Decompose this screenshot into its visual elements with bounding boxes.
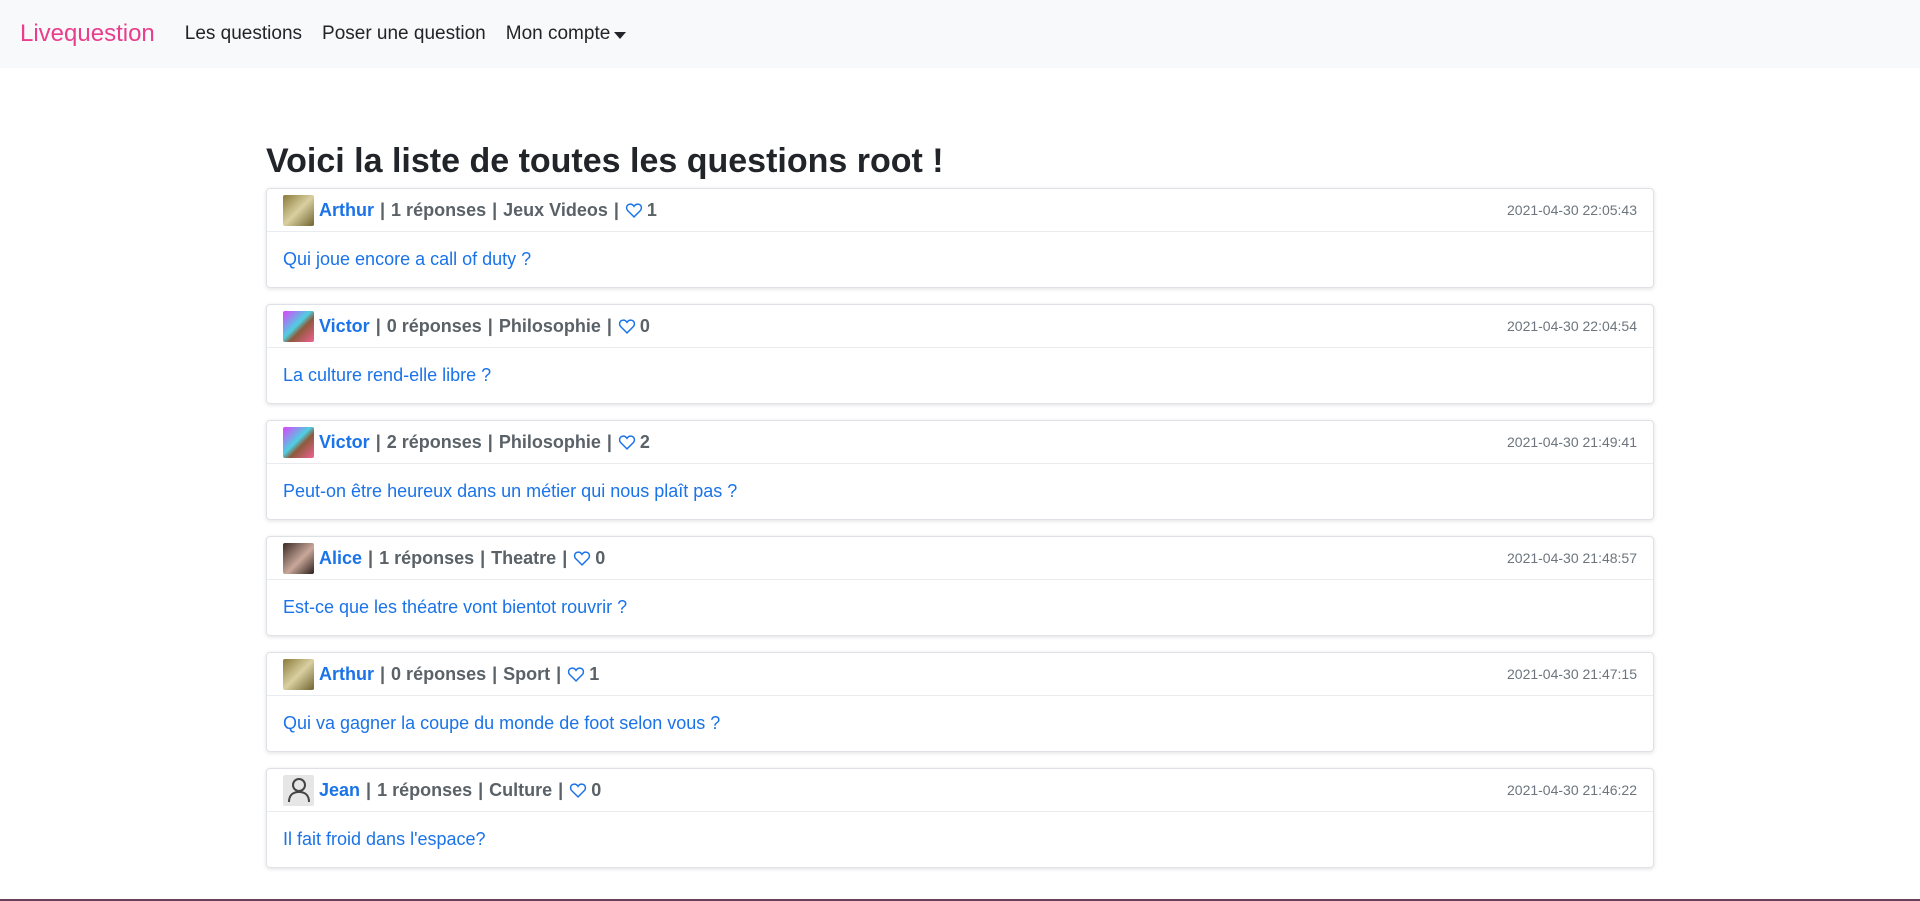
separator: | bbox=[380, 199, 386, 220]
separator: | bbox=[478, 779, 484, 800]
user-icon bbox=[287, 778, 310, 803]
heart-icon[interactable] bbox=[573, 550, 591, 566]
question-card-body: Est-ce que les théatre vont bientot rouv… bbox=[267, 580, 1653, 635]
likes-count: 2 bbox=[639, 431, 650, 452]
separator: | bbox=[487, 315, 493, 336]
avatar bbox=[283, 426, 314, 458]
avatar bbox=[283, 658, 314, 690]
separator: | bbox=[368, 547, 374, 568]
question-card: Victor | 0 réponses | Philosophie | 0 20… bbox=[266, 304, 1654, 404]
question-date: 2021-04-30 21:48:57 bbox=[1507, 550, 1637, 566]
question-card-header: Arthur | 1 réponses | Jeux Videos | 1 20… bbox=[267, 189, 1653, 232]
question-date: 2021-04-30 22:04:54 bbox=[1507, 318, 1637, 334]
avatar bbox=[283, 542, 314, 574]
question-card: Jean | 1 réponses | Culture | 0 2021-04-… bbox=[266, 768, 1654, 868]
author-link[interactable]: Victor bbox=[319, 316, 370, 337]
separator: | bbox=[613, 199, 619, 220]
separator: | bbox=[366, 779, 372, 800]
question-card-body: Peut-on être heureux dans un métier qui … bbox=[267, 464, 1653, 519]
heart-icon[interactable] bbox=[567, 666, 585, 682]
question-card-body: Qui va gagner la coupe du monde de foot … bbox=[267, 696, 1653, 751]
separator: | bbox=[487, 431, 493, 452]
author-link[interactable]: Arthur bbox=[319, 664, 374, 685]
answers-count: 0 réponses bbox=[386, 315, 482, 336]
separator: | bbox=[492, 199, 498, 220]
separator: | bbox=[492, 663, 498, 684]
category-label: Culture bbox=[489, 779, 553, 800]
category-label: Jeux Videos bbox=[503, 199, 608, 220]
question-card: Victor | 2 réponses | Philosophie | 2 20… bbox=[266, 420, 1654, 520]
separator: | bbox=[606, 431, 612, 452]
question-link[interactable]: Qui joue encore a call of duty ? bbox=[283, 249, 531, 270]
question-card: Arthur | 1 réponses | Jeux Videos | 1 20… bbox=[266, 188, 1654, 288]
avatar bbox=[283, 310, 314, 342]
heart-icon[interactable] bbox=[618, 434, 636, 450]
heart-icon[interactable] bbox=[618, 318, 636, 334]
question-card-header: Victor | 0 réponses | Philosophie | 0 20… bbox=[267, 305, 1653, 348]
answers-count: 0 réponses bbox=[391, 663, 487, 684]
question-date: 2021-04-30 22:05:43 bbox=[1507, 202, 1637, 218]
answers-count: 1 réponses bbox=[377, 779, 473, 800]
separator: | bbox=[375, 315, 381, 336]
answers-count: 1 réponses bbox=[379, 547, 475, 568]
author-link[interactable]: Alice bbox=[319, 548, 362, 569]
heart-icon[interactable] bbox=[625, 202, 643, 218]
question-link[interactable]: La culture rend-elle libre ? bbox=[283, 365, 491, 386]
question-link[interactable]: Peut-on être heureux dans un métier qui … bbox=[283, 481, 737, 502]
separator: | bbox=[606, 315, 612, 336]
caret-down-icon bbox=[614, 31, 627, 39]
category-label: Theatre bbox=[491, 547, 557, 568]
answers-count: 2 réponses bbox=[386, 431, 482, 452]
brand-logo[interactable]: Livequestion bbox=[20, 20, 155, 48]
top-navbar: Livequestion Les questions Poser une que… bbox=[0, 0, 1920, 68]
question-link[interactable]: Qui va gagner la coupe du monde de foot … bbox=[283, 713, 720, 734]
question-link[interactable]: Il fait froid dans l'espace? bbox=[283, 829, 486, 850]
question-date: 2021-04-30 21:46:22 bbox=[1507, 782, 1637, 798]
likes-count: 0 bbox=[591, 779, 602, 800]
author-link[interactable]: Arthur bbox=[319, 200, 374, 221]
question-card-body: La culture rend-elle libre ? bbox=[267, 348, 1653, 403]
category-label: Philosophie bbox=[498, 315, 601, 336]
question-card-header: Victor | 2 réponses | Philosophie | 2 20… bbox=[267, 421, 1653, 464]
category-label: Sport bbox=[503, 663, 551, 684]
questions-container: Voici la liste de toutes les questions r… bbox=[266, 138, 1654, 884]
likes-count: 0 bbox=[595, 547, 606, 568]
separator: | bbox=[375, 431, 381, 452]
page-title: Voici la liste de toutes les questions r… bbox=[266, 142, 944, 180]
author-link[interactable]: Jean bbox=[319, 780, 360, 801]
question-link[interactable]: Est-ce que les théatre vont bientot rouv… bbox=[283, 597, 627, 618]
avatar bbox=[283, 774, 314, 806]
question-card-header: Jean | 1 réponses | Culture | 0 2021-04-… bbox=[267, 769, 1653, 812]
question-card-body: Qui joue encore a call of duty ? bbox=[267, 232, 1653, 287]
question-date: 2021-04-30 21:49:41 bbox=[1507, 434, 1637, 450]
likes-count: 0 bbox=[639, 315, 650, 336]
nav-dropdown-account-label: Mon compte bbox=[505, 23, 611, 44]
nav-link-ask-question[interactable]: Poser une question bbox=[322, 23, 486, 45]
question-card-header: Alice | 1 réponses | Theatre | 0 2021-04… bbox=[267, 537, 1653, 580]
avatar bbox=[283, 194, 314, 226]
heart-icon[interactable] bbox=[569, 782, 587, 798]
author-link[interactable]: Victor bbox=[319, 432, 370, 453]
question-date: 2021-04-30 21:47:15 bbox=[1507, 666, 1637, 682]
separator: | bbox=[480, 547, 486, 568]
question-card-header: Arthur | 0 réponses | Sport | 1 2021-04-… bbox=[267, 653, 1653, 696]
question-card: Alice | 1 réponses | Theatre | 0 2021-04… bbox=[266, 536, 1654, 636]
likes-count: 1 bbox=[589, 663, 600, 684]
question-card-body: Il fait froid dans l'espace? bbox=[267, 812, 1653, 867]
likes-count: 1 bbox=[646, 199, 657, 220]
nav-link-questions[interactable]: Les questions bbox=[185, 23, 302, 45]
separator: | bbox=[558, 779, 564, 800]
question-card: Arthur | 0 réponses | Sport | 1 2021-04-… bbox=[266, 652, 1654, 752]
separator: | bbox=[380, 663, 386, 684]
separator: | bbox=[562, 547, 568, 568]
answers-count: 1 réponses bbox=[391, 199, 487, 220]
category-label: Philosophie bbox=[498, 431, 601, 452]
nav-dropdown-account[interactable]: Mon compte bbox=[506, 23, 627, 45]
separator: | bbox=[556, 663, 562, 684]
